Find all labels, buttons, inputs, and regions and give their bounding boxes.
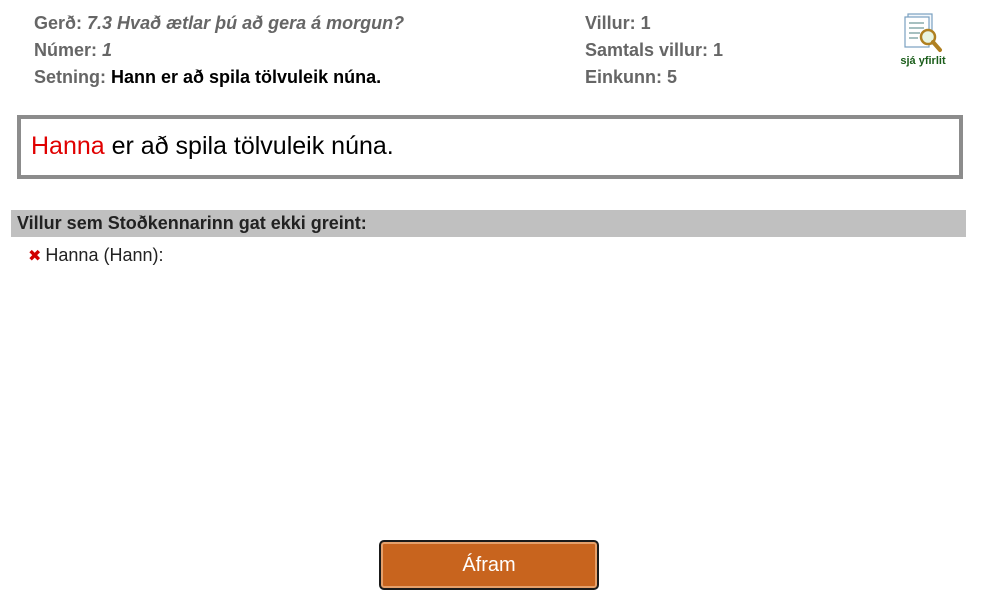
document-magnifier-icon: [904, 13, 942, 52]
wrong-word: Hanna: [31, 132, 105, 160]
overview-link[interactable]: sjá yfirlit: [893, 10, 953, 67]
sentence-value: Hann er að spila tölvuleik núna.: [111, 67, 382, 87]
type-row: Gerð: 7.3 Hvað ætlar þú að gera á morgun…: [34, 10, 404, 37]
number-value: 1: [102, 40, 113, 60]
sentence-row: Setning: Hann er að spila tölvuleik núna…: [34, 64, 404, 91]
answer-rest: er að spila tölvuleik núna.: [104, 132, 394, 160]
answer-sentence: Hanna er að spila tölvuleik núna.: [31, 132, 394, 161]
errors-count: Villur: 1: [585, 13, 651, 33]
exercise-info: Gerð: 7.3 Hvað ætlar þú að gera á morgun…: [34, 10, 404, 91]
overview-label[interactable]: sjá yfirlit: [893, 55, 953, 67]
grade: Einkunn: 5: [585, 67, 678, 87]
number-label: Númer:: [34, 40, 98, 60]
answer-box: Hanna er að spila tölvuleik núna.: [17, 115, 963, 179]
number-row: Númer: 1: [34, 37, 404, 64]
total-errors-count: Samtals villur: 1: [585, 40, 724, 60]
type-label: Gerð:: [34, 13, 83, 33]
score-info: Villur: 1 Samtals villur: 1 Einkunn: 5: [585, 10, 723, 91]
red-x-icon: ✖: [28, 248, 42, 265]
error-text: Hanna (Hann):: [45, 245, 164, 265]
undetected-errors-header: Villur sem Stoðkennarinn gat ekki greint…: [11, 210, 966, 237]
error-list-item: ✖ Hanna (Hann):: [28, 244, 163, 268]
type-value: 7.3 Hvað ætlar þú að gera á morgun?: [87, 13, 405, 33]
sentence-label: Setning:: [34, 67, 106, 87]
continue-button[interactable]: Áfram: [379, 540, 599, 590]
